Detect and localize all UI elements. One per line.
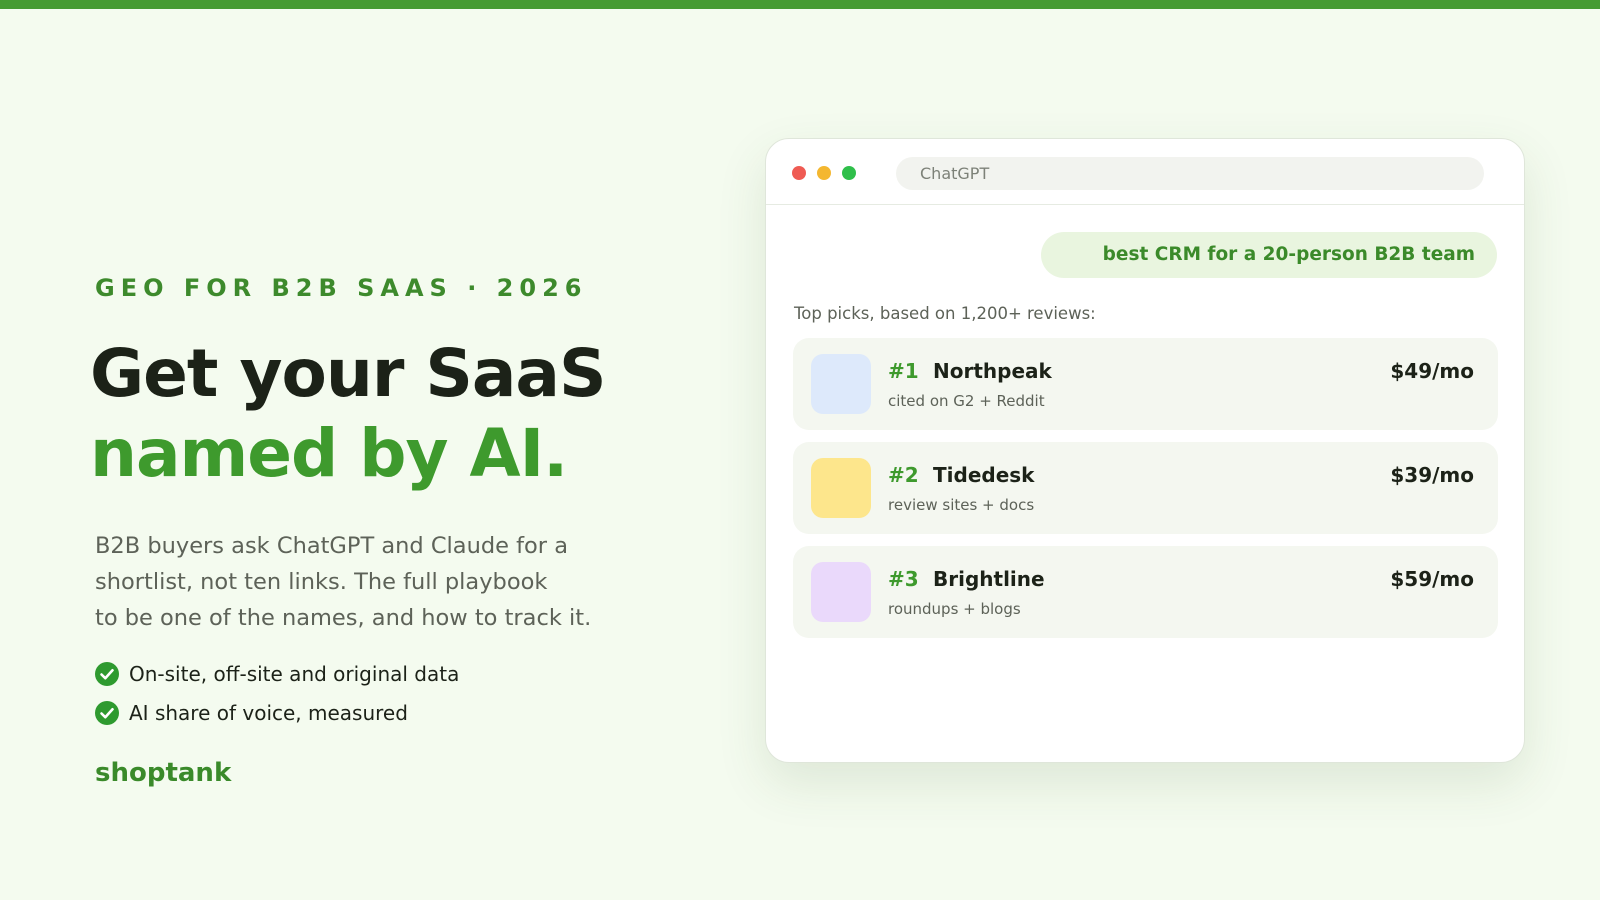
subtext-line: shortlist, not ten links. The full playb… [95, 569, 548, 595]
check-circle-icon [95, 700, 119, 725]
feature-check-label: On-site, off-site and original data [129, 661, 460, 686]
brand-logo-text[interactable]: shoptank [95, 758, 231, 788]
result-rank: #3 [888, 567, 919, 591]
result-rank: #2 [888, 463, 919, 487]
subtext-line: to be one of the names, and how to track… [95, 605, 592, 631]
feature-check-item: On-site, off-site and original data [95, 654, 459, 693]
result-card[interactable]: #1 Northpeak cited on G2 + Reddit $49/mo [793, 338, 1498, 430]
result-source: roundups + blogs [888, 600, 1021, 618]
feature-check-label: AI share of voice, measured [129, 700, 408, 725]
headline-line-2: named by AI. [90, 415, 568, 492]
result-price: $49/mo [1390, 359, 1474, 383]
result-logo-swatch [811, 458, 871, 518]
result-rank: #1 [888, 359, 919, 383]
result-card[interactable]: #3 Brightline roundups + blogs $59/mo [793, 546, 1498, 638]
result-name: Northpeak [933, 359, 1052, 383]
maximize-dot-icon[interactable] [842, 166, 856, 180]
result-card[interactable]: #2 Tidedesk review sites + docs $39/mo [793, 442, 1498, 534]
headline-line-1: Get your SaaS [90, 335, 606, 412]
result-logo-swatch [811, 354, 871, 414]
result-source: review sites + docs [888, 496, 1035, 514]
address-bar[interactable]: ChatGPT [896, 157, 1484, 190]
result-price: $39/mo [1390, 463, 1474, 487]
top-accent-bar [0, 0, 1600, 9]
result-name: Brightline [933, 567, 1045, 591]
answer-intro-text: Top picks, based on 1,200+ reviews: [794, 304, 1096, 323]
user-query-bubble: best CRM for a 20-person B2B team [1040, 232, 1497, 278]
result-price: $59/mo [1390, 567, 1474, 591]
check-circle-icon [95, 661, 119, 686]
feature-check-item: AI share of voice, measured [95, 693, 459, 732]
minimize-dot-icon[interactable] [817, 166, 831, 180]
close-dot-icon[interactable] [792, 166, 806, 180]
feature-checklist: On-site, off-site and original data AI s… [95, 654, 459, 732]
chat-window-mockup: ChatGPT best CRM for a 20-person B2B tea… [765, 138, 1525, 763]
subtext-line: B2B buyers ask ChatGPT and Claude for a [95, 533, 568, 559]
eyebrow-label: GEO FOR B2B SAAS · 2026 [95, 274, 588, 302]
result-logo-swatch [811, 562, 871, 622]
headline: Get your SaaS named by AI. [90, 334, 606, 494]
window-titlebar: ChatGPT [766, 139, 1524, 205]
result-name: Tidedesk [933, 463, 1035, 487]
result-source: cited on G2 + Reddit [888, 392, 1045, 410]
hero-subtext: B2B buyers ask ChatGPT and Claude for a … [95, 528, 735, 636]
